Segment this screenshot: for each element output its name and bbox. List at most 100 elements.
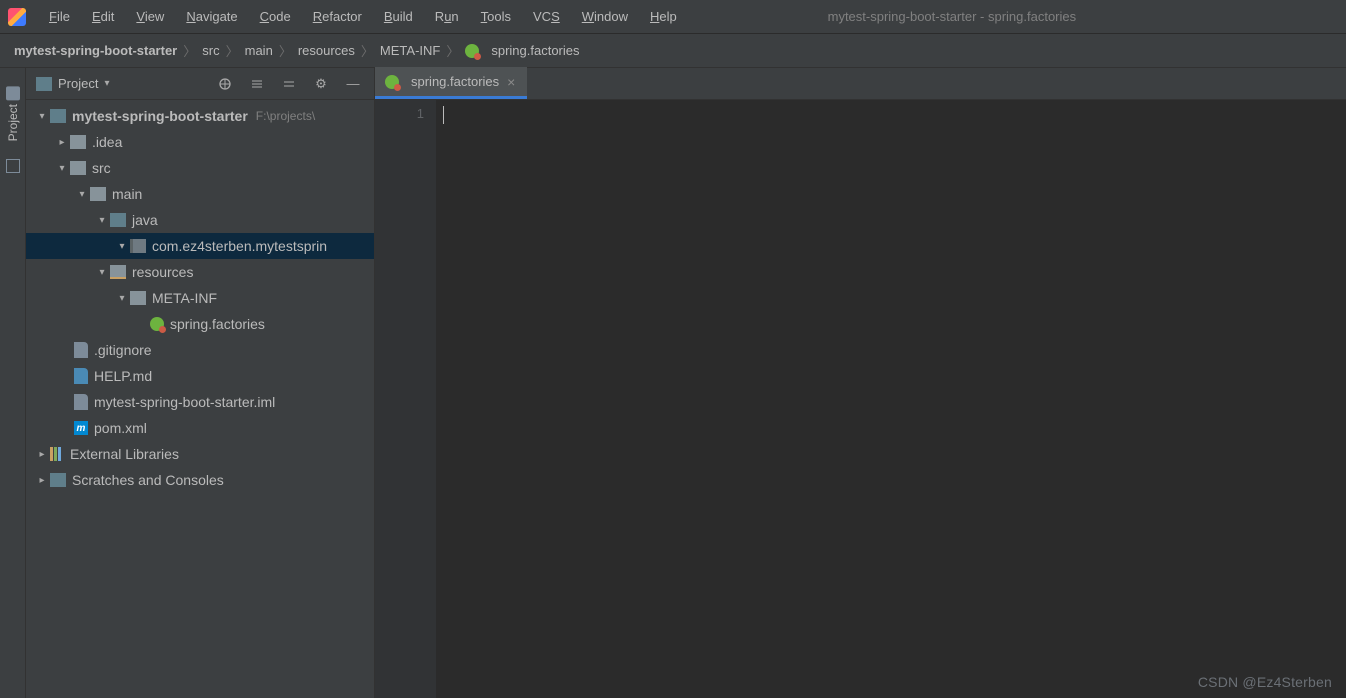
line-gutter: 1	[375, 100, 437, 698]
tree-label: com.ez4sterben.mytestsprin	[152, 238, 327, 254]
tree-resources[interactable]: ▾ resources	[26, 259, 374, 285]
left-toolbar: Project	[0, 68, 26, 698]
tree-idea[interactable]: ▸ .idea	[26, 129, 374, 155]
tree-label: Scratches and Consoles	[72, 472, 224, 488]
tree-helpmd[interactable]: HELP.md	[26, 363, 374, 389]
chevron-right-icon: ▸	[54, 137, 70, 148]
spring-icon	[150, 317, 164, 331]
crumb-metainf[interactable]: META-INF	[380, 43, 440, 58]
gear-icon[interactable]: ⚙	[310, 73, 332, 95]
tree-root[interactable]: ▾ mytest-spring-boot-starter F:\projects…	[26, 103, 374, 129]
project-view-icon	[36, 77, 52, 91]
chevron-right-icon: ▸	[34, 449, 50, 460]
tree-label: resources	[132, 264, 193, 280]
project-icon	[6, 86, 20, 100]
code-area[interactable]	[437, 100, 1346, 698]
tree-path: F:\projects\	[256, 109, 315, 123]
chevron-right-icon: 〉	[446, 41, 459, 60]
folder-icon	[70, 135, 86, 149]
tree-external-libraries[interactable]: ▸ External Libraries	[26, 441, 374, 467]
source-folder-icon	[110, 213, 126, 227]
chevron-down-icon: ▾	[114, 293, 130, 304]
tree-label: External Libraries	[70, 446, 179, 462]
maven-file-icon: m	[74, 421, 88, 435]
menu-file[interactable]: File	[40, 5, 79, 28]
collapse-all-icon[interactable]	[278, 73, 300, 95]
hide-panel-icon[interactable]: —	[342, 73, 364, 95]
tree-label: META-INF	[152, 290, 217, 306]
crumb-main[interactable]: main	[245, 43, 273, 58]
chevron-right-icon: 〉	[226, 41, 239, 60]
breadcrumb: mytest-spring-boot-starter 〉 src 〉 main …	[0, 34, 1346, 68]
project-panel: Project ▾ ⚙ — ▾ mytest-spring-boot-start…	[26, 68, 375, 698]
chevron-right-icon: 〉	[361, 41, 374, 60]
tab-spring-factories[interactable]: spring.factories ×	[375, 67, 527, 99]
tree-factories[interactable]: spring.factories	[26, 311, 374, 337]
editor-area: spring.factories × 1	[375, 68, 1346, 698]
panel-title-dropdown[interactable]: Project ▾	[36, 76, 110, 91]
tree-pom[interactable]: m pom.xml	[26, 415, 374, 441]
tree-java[interactable]: ▾ java	[26, 207, 374, 233]
package-icon	[130, 239, 146, 253]
editor-body: 1	[375, 100, 1346, 698]
menu-tools[interactable]: Tools	[472, 5, 520, 28]
tree-package[interactable]: ▾ com.ez4sterben.mytestsprin	[26, 233, 374, 259]
project-tree: ▾ mytest-spring-boot-starter F:\projects…	[26, 100, 374, 698]
chevron-right-icon: 〉	[183, 41, 196, 60]
tree-iml[interactable]: mytest-spring-boot-starter.iml	[26, 389, 374, 415]
tree-gitignore[interactable]: .gitignore	[26, 337, 374, 363]
chevron-down-icon: ▾	[74, 189, 90, 200]
crumb-leaf[interactable]: spring.factories	[491, 43, 579, 58]
tree-label: .gitignore	[94, 342, 152, 358]
tree-src[interactable]: ▾ src	[26, 155, 374, 181]
close-icon[interactable]: ×	[505, 74, 517, 90]
menubar: File Edit View Navigate Code Refactor Bu…	[0, 0, 1346, 34]
crumb-resources[interactable]: resources	[298, 43, 355, 58]
chevron-down-icon: ▾	[54, 163, 70, 174]
menu-refactor[interactable]: Refactor	[304, 5, 371, 28]
menu-navigate[interactable]: Navigate	[177, 5, 246, 28]
libraries-icon	[50, 447, 64, 461]
menu-vcs[interactable]: VCS	[524, 5, 569, 28]
chevron-down-icon: ▾	[94, 267, 110, 278]
spring-icon	[385, 75, 399, 89]
scratches-icon	[50, 473, 66, 487]
menu-help[interactable]: Help	[641, 5, 686, 28]
chevron-down-icon: ▾	[34, 111, 50, 122]
crumb-src[interactable]: src	[202, 43, 219, 58]
menu-window[interactable]: Window	[573, 5, 637, 28]
select-opened-file-icon[interactable]	[214, 73, 236, 95]
tree-label: spring.factories	[170, 316, 265, 332]
tree-metainf[interactable]: ▾ META-INF	[26, 285, 374, 311]
tree-main[interactable]: ▾ main	[26, 181, 374, 207]
chevron-down-icon: ▾	[104, 78, 109, 89]
module-icon	[50, 109, 66, 123]
folder-icon	[130, 291, 146, 305]
folder-icon	[90, 187, 106, 201]
tree-scratches[interactable]: ▸ Scratches and Consoles	[26, 467, 374, 493]
chevron-down-icon: ▾	[114, 241, 130, 252]
menu-view[interactable]: View	[127, 5, 173, 28]
tree-label: mytest-spring-boot-starter	[72, 108, 248, 124]
chevron-down-icon: ▾	[94, 215, 110, 226]
caret	[443, 106, 444, 124]
tree-label: mytest-spring-boot-starter.iml	[94, 394, 275, 410]
tool-window-project[interactable]: Project	[6, 86, 20, 141]
iml-file-icon	[74, 394, 88, 410]
menu-build[interactable]: Build	[375, 5, 422, 28]
menu-edit[interactable]: Edit	[83, 5, 123, 28]
panel-header: Project ▾ ⚙ —	[26, 68, 374, 100]
main-area: Project Project ▾ ⚙ — ▾ mytest-spring-bo…	[0, 68, 1346, 698]
menu-code[interactable]: Code	[251, 5, 300, 28]
expand-all-icon[interactable]	[246, 73, 268, 95]
window-title: mytest-spring-boot-starter - spring.fact…	[690, 9, 1214, 24]
watermark: CSDN @Ez4Sterben	[1198, 674, 1332, 690]
tab-label: spring.factories	[411, 74, 499, 89]
menu-run[interactable]: Run	[426, 5, 468, 28]
app-logo-icon	[8, 8, 26, 26]
crumb-root[interactable]: mytest-spring-boot-starter	[14, 43, 177, 58]
tree-label: src	[92, 160, 111, 176]
resources-folder-icon	[110, 265, 126, 279]
editor-tabs: spring.factories ×	[375, 68, 1346, 100]
bookmark-icon[interactable]	[6, 159, 20, 173]
